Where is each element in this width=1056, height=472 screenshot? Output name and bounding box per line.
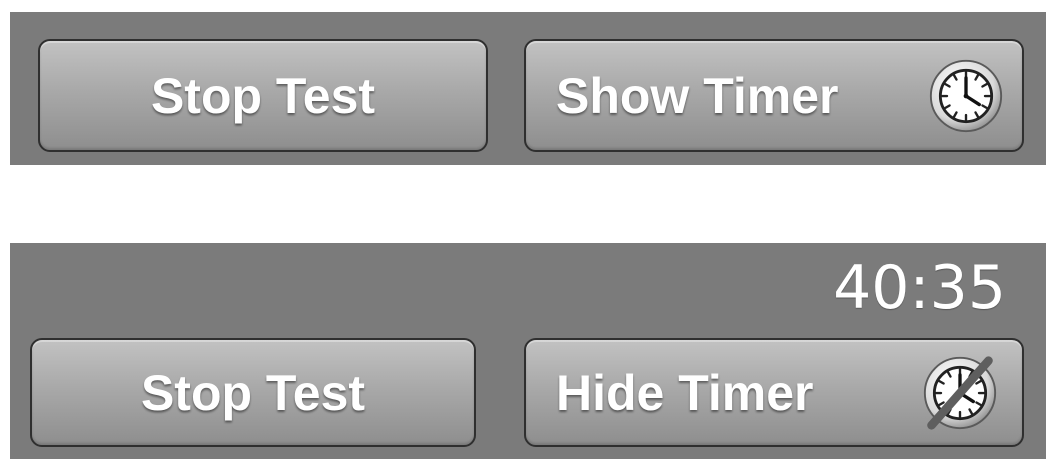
hide-timer-button[interactable]: Hide Timer — [524, 338, 1024, 447]
toolbar-timer-hidden: Stop Test Show Timer — [10, 12, 1046, 165]
stop-test-label: Stop Test — [150, 67, 376, 124]
toolbar-timer-shown: 40:35 Stop Test Hide Timer — [10, 243, 1046, 459]
clock-crossed-out-icon — [923, 355, 997, 430]
stop-test-button[interactable]: Stop Test — [38, 39, 488, 152]
hide-timer-label: Hide Timer — [556, 364, 814, 421]
timer-readout: 40:35 — [833, 253, 1006, 323]
stop-test-label: Stop Test — [140, 364, 366, 421]
show-timer-button[interactable]: Show Timer — [524, 39, 1024, 152]
clock-icon — [929, 59, 1003, 132]
stop-test-button[interactable]: Stop Test — [30, 338, 476, 447]
show-timer-label: Show Timer — [556, 67, 839, 124]
